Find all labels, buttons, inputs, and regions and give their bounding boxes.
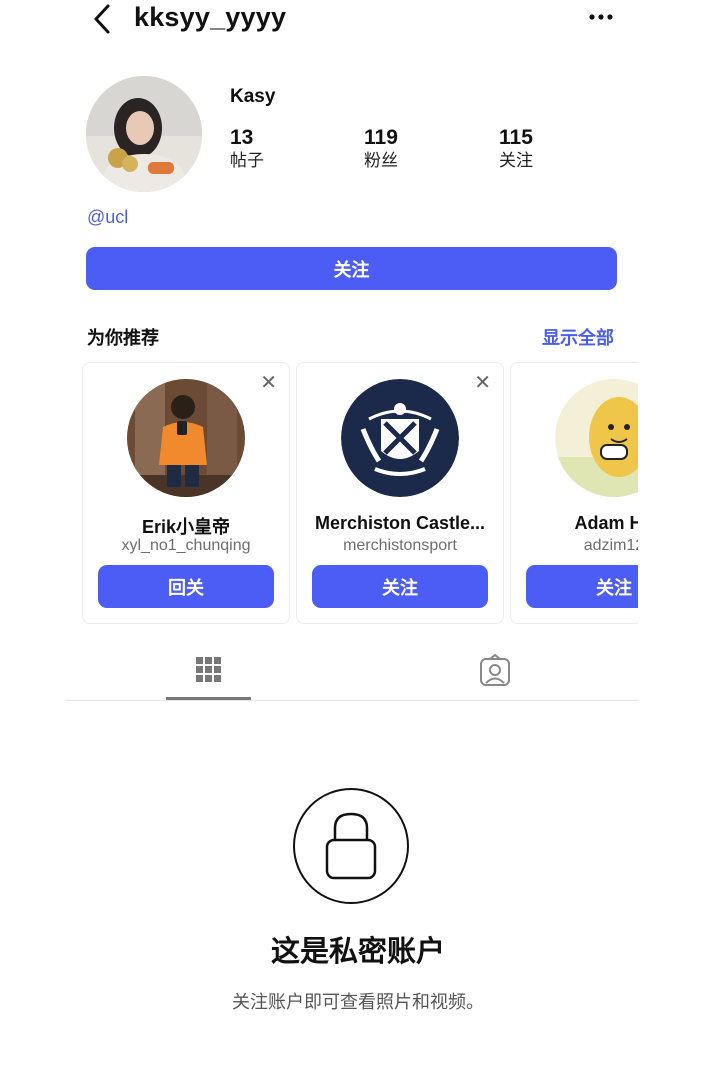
suggestion-avatar[interactable]	[341, 379, 459, 497]
chevron-left-icon	[94, 4, 110, 34]
display-name: Kasy	[230, 86, 276, 107]
tagged-person-icon	[480, 653, 510, 686]
avatar-photo	[127, 379, 245, 497]
dismiss-suggestion-close-icon[interactable]: ✕	[474, 373, 491, 393]
suggestion-avatar[interactable]	[127, 379, 245, 497]
follow-button[interactable]: 关注	[312, 565, 488, 608]
suggestions-title: 为你推荐	[87, 328, 159, 348]
follow-button[interactable]: 关注	[86, 247, 617, 290]
avatar-photo	[86, 76, 202, 192]
suggestions-carousel[interactable]: ✕ Erik小皇帝 xyl_no1_chunqing 回关 ✕ Merchist…	[80, 362, 638, 624]
bio-mention-link[interactable]: @ucl	[87, 207, 128, 228]
suggestion-card[interactable]: ✕ Erik小皇帝 xyl_no1_chunqing 回关	[82, 362, 290, 624]
grid-icon	[196, 657, 221, 682]
suggestion-name: Erik小皇帝	[141, 517, 231, 537]
back-button[interactable]	[88, 2, 118, 36]
private-account-title: 这是私密账户	[270, 936, 445, 968]
divider	[66, 700, 638, 701]
suggestion-name: Adam Ho	[574, 513, 638, 533]
suggestion-handle: xyl_no1_chunqing	[121, 537, 251, 554]
suggestion-handle: merchistonsport	[343, 537, 457, 554]
private-account-subtitle: 关注账户即可查看照片和视频。	[232, 992, 484, 1012]
stat-followers[interactable]: 119 粉丝	[364, 126, 398, 172]
stat-posts-label: 帖子	[230, 151, 264, 170]
dismiss-suggestion-close-icon[interactable]: ✕	[260, 373, 277, 393]
follow-button[interactable]: 关注	[526, 565, 638, 608]
suggestion-card[interactable]: ✕ Adam Ho adzim12 关注	[510, 362, 638, 624]
tab-posts-grid[interactable]	[166, 650, 251, 700]
stat-posts-count: 13	[230, 126, 254, 149]
avatar-photo	[555, 379, 638, 497]
crest-logo	[341, 379, 459, 497]
stat-following[interactable]: 115 关注	[499, 126, 533, 172]
tab-tagged[interactable]	[452, 650, 537, 700]
show-all-link[interactable]: 显示全部	[542, 324, 614, 350]
follow-back-button[interactable]: 回关	[98, 565, 274, 608]
stat-followers-label: 粉丝	[364, 151, 398, 170]
suggestion-avatar[interactable]	[555, 379, 638, 497]
stat-following-label: 关注	[499, 151, 533, 170]
profile-avatar[interactable]	[86, 76, 202, 192]
stat-followers-count: 119	[364, 126, 398, 149]
suggestion-card[interactable]: ✕ Merchiston Castle... merchistonsport 关…	[296, 362, 504, 624]
profile-username: kksyy_yyyy	[134, 2, 287, 32]
stat-posts[interactable]: 13 帖子	[230, 126, 264, 172]
private-lock-badge	[293, 788, 409, 904]
stat-following-count: 115	[499, 126, 533, 149]
suggestion-handle: adzim12	[583, 537, 638, 554]
suggestion-name: Merchiston Castle...	[314, 513, 486, 533]
lock-icon	[325, 812, 377, 880]
more-horizontal-icon	[589, 14, 613, 20]
more-options-button[interactable]	[586, 6, 616, 28]
